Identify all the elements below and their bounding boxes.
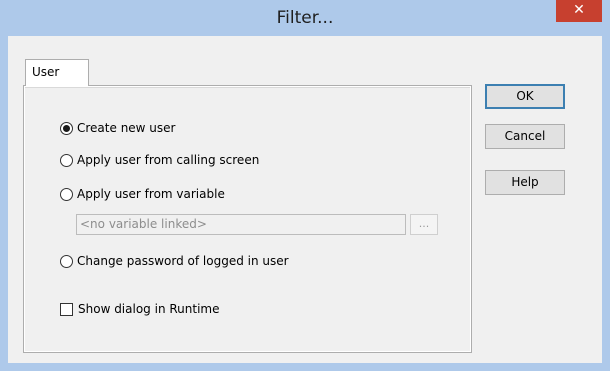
apply-user-variable-radio[interactable]: Apply user from variable bbox=[60, 184, 225, 204]
radio-unselected-icon[interactable] bbox=[60, 187, 73, 201]
create-new-user-radio[interactable]: Create new user bbox=[60, 118, 175, 138]
tab-user-label: User bbox=[32, 65, 60, 79]
show-dialog-runtime-checkbox[interactable]: Show dialog in Runtime bbox=[60, 299, 219, 319]
close-button[interactable]: ✕ bbox=[556, 0, 602, 22]
help-button[interactable]: Help bbox=[485, 170, 565, 195]
radio-selected-icon[interactable] bbox=[60, 121, 73, 135]
ok-button[interactable]: OK bbox=[485, 84, 565, 109]
change-password-radio[interactable]: Change password of logged in user bbox=[60, 251, 289, 271]
browse-variable-button[interactable]: ... bbox=[410, 214, 438, 235]
show-dialog-runtime-label: Show dialog in Runtime bbox=[78, 302, 220, 316]
cancel-button[interactable]: Cancel bbox=[485, 124, 565, 149]
change-password-label: Change password of logged in user bbox=[77, 254, 289, 268]
radio-unselected-icon[interactable] bbox=[60, 254, 73, 268]
radio-unselected-icon[interactable] bbox=[60, 153, 73, 167]
apply-user-calling-screen-radio[interactable]: Apply user from calling screen bbox=[60, 150, 259, 170]
apply-user-variable-label: Apply user from variable bbox=[77, 187, 225, 201]
apply-user-calling-screen-label: Apply user from calling screen bbox=[77, 153, 260, 167]
dialog-client-area: User Create new user Apply user from cal… bbox=[8, 36, 602, 363]
title-bar[interactable]: Filter... ✕ bbox=[0, 0, 610, 36]
create-new-user-label: Create new user bbox=[77, 121, 176, 135]
checkbox-unchecked-icon[interactable] bbox=[60, 302, 73, 316]
close-icon: ✕ bbox=[573, 2, 585, 18]
variable-input[interactable]: <no variable linked> bbox=[76, 214, 406, 235]
window-title: Filter... bbox=[276, 8, 334, 28]
filter-dialog-window: Filter... ✕ User Create new user Apply u… bbox=[0, 0, 610, 371]
tab-user[interactable]: User bbox=[25, 59, 89, 86]
